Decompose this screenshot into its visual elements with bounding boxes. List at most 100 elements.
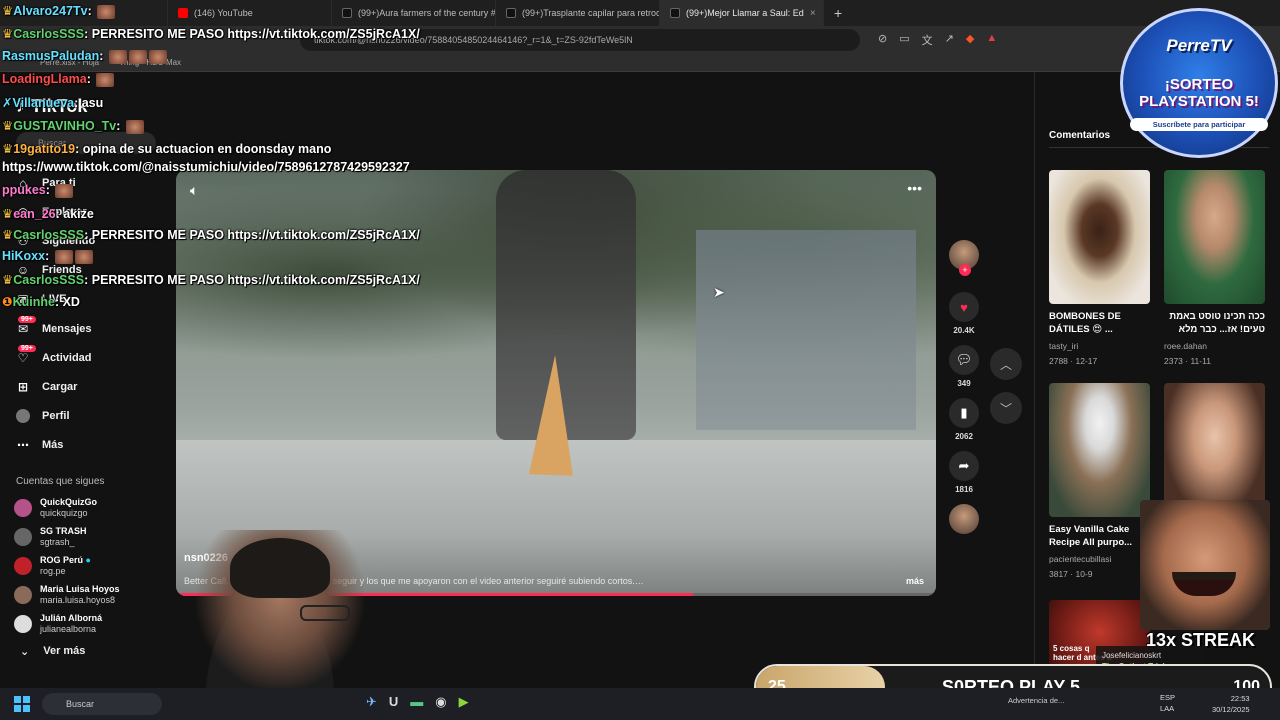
chat-username: Villanueva	[12, 96, 75, 110]
app-icon[interactable]: ✈	[366, 694, 377, 710]
volume-icon[interactable]: 🔈︎	[190, 182, 198, 199]
tab-tiktok-2[interactable]: (99+)Trasplante capilar para retroce	[496, 0, 660, 26]
app-icon[interactable]: ▶	[459, 694, 469, 710]
taskbar-apps: ✈ U ▬ ◉ ▶	[366, 694, 469, 710]
tiktok-icon	[342, 8, 352, 18]
sidebar-item-mas[interactable]: ⋯ Más	[16, 431, 166, 460]
previous-video-button[interactable]: ︿	[990, 348, 1022, 380]
crown-icon: ♛	[2, 207, 14, 221]
avatar	[14, 498, 32, 517]
badge-brand: PerreTV	[1166, 36, 1232, 55]
see-more-link[interactable]: ⌄ Ver más	[20, 645, 85, 658]
language-variant: LAA	[1160, 704, 1175, 713]
creator-avatar[interactable]: +	[949, 240, 979, 276]
avatar	[14, 585, 32, 604]
emote-icon	[148, 49, 167, 64]
chat-username: HiKoxx	[2, 249, 46, 263]
avatar	[14, 556, 32, 575]
extension-icon[interactable]: ▲	[986, 32, 997, 48]
following-list: QuickQuizGo quickquizgo SG TRASH sgtrash_ …	[14, 493, 174, 638]
chevron-up-icon: ︿	[999, 357, 1012, 372]
windows-start-icon[interactable]	[14, 696, 30, 712]
following-item[interactable]: QuickQuizGo quickquizgo	[14, 493, 174, 522]
brave-icon[interactable]: ◆	[966, 32, 974, 48]
chat-text: XD	[62, 295, 80, 309]
close-tab-icon[interactable]: ×	[810, 8, 816, 19]
chat-message: ♛CasrlosSSS: PERRESITO ME PASO https://v…	[2, 273, 420, 287]
emote-icon	[55, 183, 74, 198]
share-button[interactable]: ➦	[949, 451, 979, 481]
comment-button[interactable]: 💬︎	[949, 345, 979, 375]
following-name: SG TRASH	[40, 525, 87, 536]
screen: (146) YouTube (99+)Aura farmers of the c…	[0, 0, 1280, 720]
chat-text: akize	[63, 207, 94, 221]
tab-label: (99+)Aura farmers of the century #a	[358, 8, 496, 18]
caption-more-button[interactable]: más	[906, 576, 924, 586]
translate-icon[interactable]: 文	[922, 32, 933, 48]
messages-icon: ✉	[17, 321, 29, 336]
video-card-title: BOMBONES DE DÁTILES 😍 ...	[1049, 311, 1121, 335]
chat-message: ♛GUSTAVINHO_Tv:	[2, 118, 144, 134]
taskbar-search-input[interactable]: Buscar	[42, 693, 162, 715]
chat-message: ❶Kuinhe: XD	[2, 295, 80, 309]
tiktok-icon	[670, 8, 680, 18]
nav-label: Más	[42, 439, 64, 452]
sound-avatar[interactable]	[949, 504, 979, 534]
following-item[interactable]: ROG Perú ● rog.pe	[14, 551, 174, 580]
nav-label: Perfil	[42, 410, 70, 423]
video-card[interactable]	[1164, 383, 1265, 517]
following-name: Julián Alborná	[40, 612, 103, 623]
mouse-cursor-icon: ➤	[713, 284, 725, 300]
sidebar-item-actividad[interactable]: ♡ 99+ Actividad	[16, 343, 166, 372]
follow-plus-icon[interactable]: +	[959, 264, 971, 276]
following-item[interactable]: SG TRASH sgtrash_	[14, 522, 174, 551]
share-icon[interactable]: ↗	[945, 32, 954, 48]
crown-icon: ♛	[2, 27, 14, 41]
no-track-icon[interactable]: ⊘	[878, 32, 887, 48]
chat-message: https://www.tiktok.com/@naisstumichiu/vi…	[2, 160, 410, 174]
obs-icon[interactable]: ◉	[435, 694, 446, 710]
language-indicator[interactable]: ESP	[1160, 692, 1175, 703]
video-card-stats: 3817 · 10-9	[1049, 569, 1093, 579]
chat-username: CasrlosSSS	[13, 27, 85, 41]
chat-message: ppukes:	[2, 183, 74, 198]
video-thumbnail	[1164, 170, 1265, 304]
new-tab-button[interactable]: +	[824, 5, 852, 21]
tab-tiktok-active[interactable]: (99+)Mejor Llamar a Saul: Ed ×	[660, 0, 824, 26]
chat-text: opina de su actuacion en doonsday mano	[82, 142, 332, 156]
avatar	[14, 614, 32, 633]
more-options-icon[interactable]: •••	[907, 180, 922, 196]
streak-emote	[1140, 500, 1270, 630]
following-item[interactable]: Maria Luisa Hoyos maria.luisa.hoyos8	[14, 580, 174, 609]
following-item[interactable]: Julián Alborná julianealborna	[14, 609, 174, 638]
next-video-button[interactable]: ﹀	[990, 392, 1022, 424]
screen-icon[interactable]: ▭	[899, 32, 909, 48]
sidebar-item-cargar[interactable]: ⊞ Cargar	[16, 372, 166, 401]
video-card[interactable]: ככה תכינו טוסט באמת טעים! אז... כבר מלא …	[1164, 170, 1265, 368]
emote-icon	[97, 4, 116, 19]
chat-username: ppukes	[2, 183, 46, 197]
video-frame-ice-cream-cone	[528, 354, 578, 476]
browser-tab-bar: (146) YouTube (99+)Aura farmers of the c…	[0, 0, 1280, 26]
notification-text: Advertencia de...	[1008, 696, 1065, 705]
tab-tiktok-1[interactable]: (99+)Aura farmers of the century #a	[332, 0, 496, 26]
emote-icon	[54, 249, 73, 264]
tab-youtube[interactable]: (146) YouTube	[168, 0, 332, 26]
feed-navigation: ︿ ﹀	[990, 348, 1022, 436]
sidebar-item-perfil[interactable]: Perfil	[16, 402, 166, 431]
like-button[interactable]: ♥	[949, 292, 979, 322]
sidebar-item-mensajes[interactable]: ✉ 99+ Mensajes	[16, 314, 166, 343]
emote-mouth	[1172, 572, 1236, 596]
taskbar-clock[interactable]: 22:53 30/12/2025	[1212, 693, 1250, 715]
save-button[interactable]: ▮	[949, 398, 979, 428]
badge-icon: ❶	[2, 295, 13, 309]
video-card[interactable]: BOMBONES DE DÁTILES 😍 ... tasty_iri 2788…	[1049, 170, 1150, 368]
chat-username: 19gatito19	[13, 142, 76, 156]
app-icon[interactable]: U	[389, 694, 398, 710]
more-icon: ⋯	[17, 438, 29, 453]
following-handle: sgtrash_	[40, 536, 75, 547]
video-card[interactable]: Easy Vanilla Cake Recipe All purpo... pa…	[1049, 383, 1150, 581]
app-icon[interactable]: ▬	[410, 694, 423, 710]
following-handle: rog.pe	[40, 565, 66, 576]
tiktok-icon	[506, 8, 516, 18]
